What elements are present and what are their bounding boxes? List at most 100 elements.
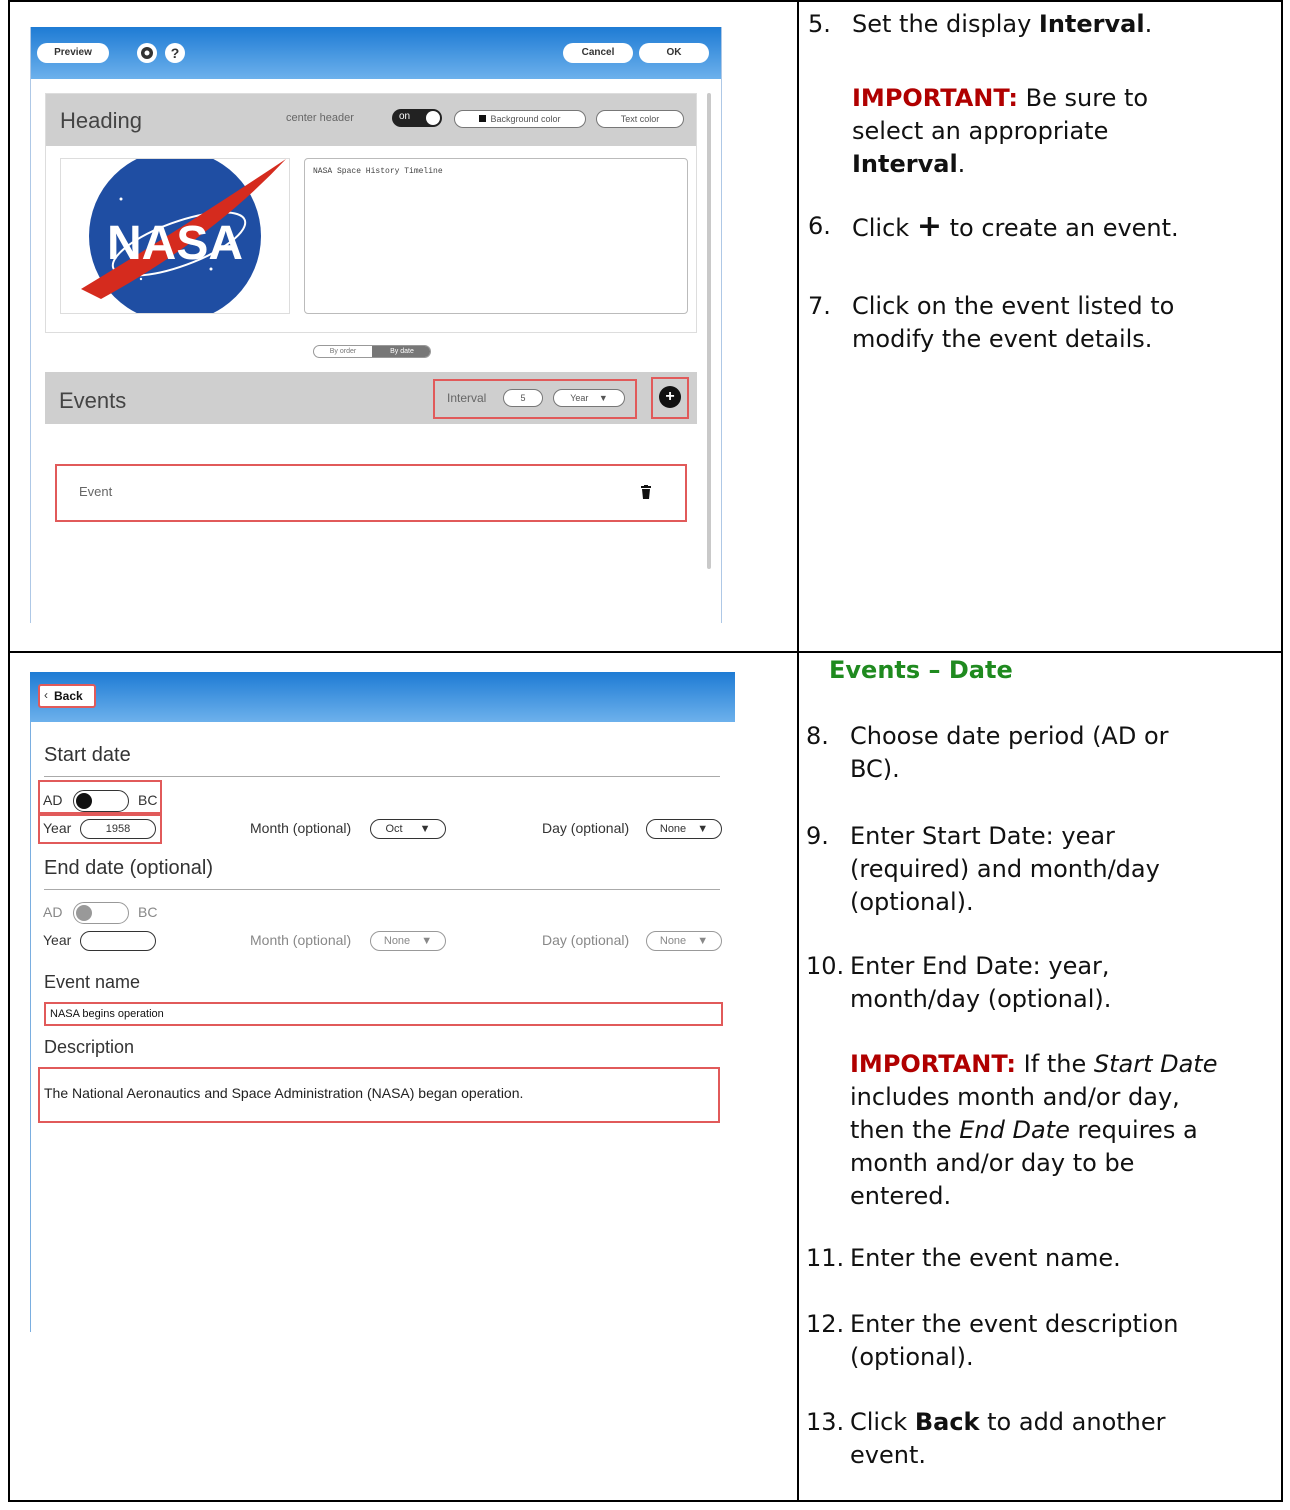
interval-value-field[interactable]: 5 (503, 389, 543, 407)
editor-toolbar: Preview ? Cancel OK (31, 27, 721, 79)
interval-unit-value: Year (570, 393, 589, 403)
note-text: . (957, 150, 966, 178)
chevron-left-icon: ‹ (44, 688, 48, 702)
nasa-logo-text: NASA (107, 217, 243, 270)
step-12-text: Enter the event description (optional). (850, 1308, 1179, 1374)
end-month-value: None (383, 935, 411, 947)
start-ad-label: AD (43, 792, 63, 808)
start-period-toggle[interactable] (73, 790, 129, 812)
step-5-text: Set the display Interval. (852, 8, 1152, 41)
step-number: 6. (808, 212, 831, 240)
nasa-logo-image: NASA (60, 158, 290, 314)
important-label: IMPORTANT: (852, 84, 1019, 112)
end-period-toggle[interactable] (73, 902, 129, 924)
cancel-button[interactable]: Cancel (563, 43, 633, 63)
description-textarea[interactable]: The National Aeronautics and Space Admin… (38, 1067, 720, 1123)
step-text: Click (850, 1408, 915, 1436)
start-month-select[interactable]: Oct ▼ (370, 819, 446, 839)
start-bc-label: BC (138, 792, 158, 808)
back-label: Back (54, 689, 83, 703)
start-day-value: None (659, 823, 687, 835)
step-text: (optional). (850, 1343, 974, 1371)
gear-icon[interactable] (137, 43, 157, 63)
description-title: Description (44, 1037, 135, 1057)
step-6-text: Click + to create an event. (852, 210, 1179, 245)
table-border-bottom (8, 1500, 1283, 1502)
step-10-text: Enter End Date: year, month/day (optiona… (850, 950, 1111, 1016)
left-edge-line (30, 722, 31, 1332)
events-header: Events Interval 5 Year ▼ + (45, 372, 697, 424)
description-value: The National Aeronautics and Space Admin… (44, 1085, 524, 1101)
help-icon[interactable]: ? (165, 43, 185, 63)
trash-icon[interactable] (641, 484, 651, 503)
step-text: to create an event. (949, 214, 1179, 242)
start-date-term: Start Date (1093, 1050, 1218, 1078)
scrollbar[interactable] (707, 93, 711, 569)
step-text: modify the event details. (852, 325, 1153, 353)
important-label: IMPORTANT: (850, 1050, 1017, 1078)
step-text: Enter the event description (850, 1310, 1179, 1338)
dropdown-arrow-icon: ▼ (421, 935, 433, 947)
back-button[interactable]: ‹ Back (38, 684, 96, 708)
toggle-knob (76, 905, 92, 921)
step-number: 5. (808, 10, 831, 38)
event-name-input[interactable]: NASA begins operation (44, 1002, 723, 1026)
end-date-term: End Date (959, 1116, 1070, 1144)
step-text: Set the display (852, 10, 1039, 38)
event-name-value: NASA begins operation (50, 1008, 164, 1020)
step-7: 7. Click on the event listed to modify t… (808, 290, 1174, 353)
end-date-title: End date (optional) (44, 857, 214, 879)
step-8: 8. Choose date period (AD or BC). (806, 720, 1169, 783)
step-10: 10. Enter End Date: year, month/day (opt… (806, 950, 1111, 1013)
interval-term: Interval (852, 150, 958, 178)
heading-textarea[interactable]: NASA Space History Timeline (304, 158, 688, 314)
heading-header: Heading center header on Background colo… (46, 94, 696, 146)
preview-button[interactable]: Preview (37, 43, 109, 63)
table-border-right (1281, 0, 1283, 1502)
text-color-button[interactable]: Text color (596, 110, 684, 128)
events-panel: Events Interval 5 Year ▼ + Event (45, 372, 697, 622)
end-year-input[interactable] (80, 931, 156, 951)
step-text: (optional). (850, 888, 974, 916)
event-list-item[interactable]: Event (79, 484, 112, 499)
step-number: 10. (806, 952, 845, 980)
center-header-toggle[interactable]: on (392, 109, 442, 127)
heading-panel: Heading center header on Background colo… (45, 93, 697, 333)
start-day-select[interactable]: None ▼ (646, 819, 722, 839)
sort-by-date[interactable]: By date (372, 346, 430, 357)
sort-by-order[interactable]: By order (314, 346, 372, 357)
events-title: Events (59, 388, 127, 413)
end-month-select[interactable]: None ▼ (370, 931, 446, 951)
start-date-divider (44, 776, 720, 777)
note-text: requires a (1069, 1116, 1198, 1144)
note-text: If the (1016, 1050, 1094, 1078)
step-text: Click on the event listed to (852, 292, 1175, 320)
note-text: includes month and/or day, (850, 1083, 1180, 1111)
background-color-button[interactable]: Background color (454, 110, 586, 128)
step-number: 9. (806, 822, 829, 850)
ok-button[interactable]: OK (639, 43, 709, 63)
step-7-text: Click on the event listed to modify the … (852, 290, 1174, 356)
step-12: 12. Enter the event description (optiona… (806, 1308, 1179, 1371)
nasa-meatball-icon: NASA (81, 159, 286, 313)
start-year-input[interactable]: 1958 (80, 819, 156, 839)
step-number: 11. (806, 1244, 845, 1272)
end-day-value: None (659, 935, 687, 947)
start-date-title: Start date (44, 744, 131, 766)
start-day-label: Day (optional) (542, 820, 630, 836)
step-number: 8. (806, 722, 829, 750)
step-6: 6. Click + to create an event. (808, 210, 1179, 243)
note-text: entered. (850, 1182, 952, 1210)
interval-unit-select[interactable]: Year ▼ (553, 389, 625, 407)
add-event-button[interactable]: + (659, 386, 681, 408)
step-text: Enter End Date: year, (850, 952, 1110, 980)
step-text: BC). (850, 755, 900, 783)
note-text: month and/or day to be (850, 1149, 1135, 1177)
end-ad-label: AD (43, 904, 63, 920)
step-text: to add another (979, 1408, 1166, 1436)
end-day-select[interactable]: None ▼ (646, 931, 722, 951)
end-year-label: Year (43, 932, 72, 948)
sort-toggle[interactable]: By order By date (313, 345, 431, 358)
step-text: (required) and month/day (850, 855, 1160, 883)
step-11: 11. Enter the event name. (806, 1242, 1121, 1275)
